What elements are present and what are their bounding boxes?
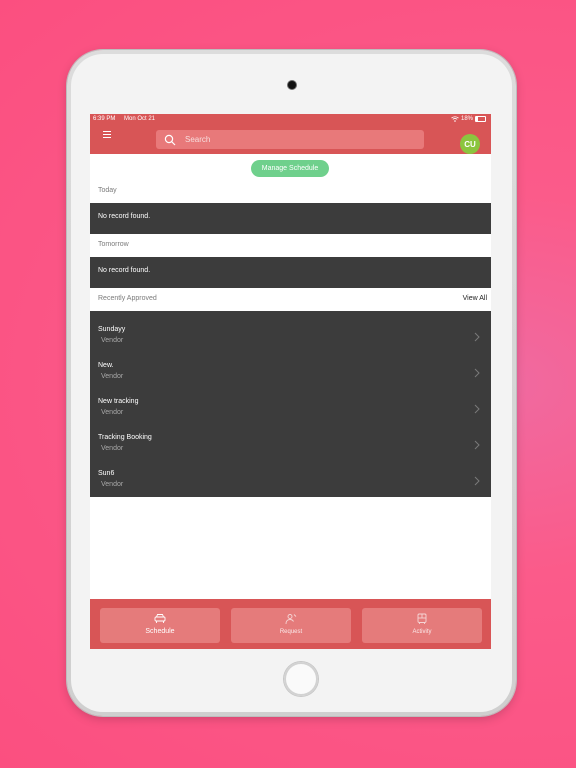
empty-text: No record found. [98, 267, 151, 274]
hamburger-menu-icon[interactable] [103, 131, 112, 138]
item-subtitle: Vendor [101, 337, 124, 344]
status-bar: 6:39 PM Mon Oct 21 18% [90, 114, 491, 124]
list-item[interactable]: Tracking Booking Vendor [90, 431, 491, 467]
bus-icon [417, 613, 427, 624]
status-indicators: 18% [451, 114, 486, 124]
tomorrow-empty-block: No record found. [90, 257, 491, 288]
avatar[interactable]: CU [460, 134, 480, 154]
section-label-tomorrow: Tomorrow [98, 241, 129, 248]
status-time: 6:39 PM [93, 116, 116, 122]
chevron-right-icon [474, 440, 480, 450]
search-icon [164, 134, 176, 145]
tab-label: Schedule [145, 628, 175, 635]
section-label-recently-approved: Recently Approved [98, 295, 157, 302]
front-camera [288, 81, 296, 89]
battery-icon [475, 116, 486, 122]
wifi-icon [451, 116, 459, 122]
chevron-right-icon [474, 476, 480, 486]
person-request-icon [285, 614, 297, 625]
chevron-right-icon [474, 332, 480, 342]
item-title: New tracking [98, 398, 139, 405]
item-subtitle: Vendor [101, 373, 124, 380]
item-title: New. [98, 362, 114, 369]
empty-text: No record found. [98, 213, 151, 220]
top-navigation: CU [90, 124, 491, 154]
item-title: Sun6 [98, 470, 115, 477]
item-subtitle: Vendor [101, 409, 124, 416]
tab-label: Request [279, 629, 303, 635]
tab-activity[interactable]: Activity [362, 608, 482, 643]
list-item[interactable]: New. Vendor [90, 359, 491, 395]
car-icon [154, 614, 166, 623]
manage-schedule-button[interactable]: Manage Schedule [251, 160, 329, 177]
bottom-tab-bar: Schedule Request Activity [90, 599, 491, 649]
tab-label: Activity [412, 629, 432, 635]
tab-schedule[interactable]: Schedule [100, 608, 220, 643]
tab-request[interactable]: Request [231, 608, 351, 643]
list-item[interactable]: Sundayy Vendor [90, 323, 491, 359]
status-date: Mon Oct 21 [124, 116, 156, 122]
home-button[interactable] [284, 662, 318, 696]
item-title: Tracking Booking [98, 434, 152, 441]
chevron-right-icon [474, 368, 480, 378]
view-all-link[interactable]: View All [463, 295, 487, 302]
item-subtitle: Vendor [101, 481, 124, 488]
list-item[interactable]: Sun6 Vendor [90, 467, 491, 503]
today-empty-block: No record found. [90, 203, 491, 234]
chevron-right-icon [474, 404, 480, 414]
section-label-today: Today [98, 187, 117, 194]
search-bar[interactable] [156, 130, 424, 149]
battery-percentage: 18% [460, 116, 473, 122]
app-screen: 6:39 PM Mon Oct 21 18% CU Manage Schedul… [90, 114, 491, 649]
item-subtitle: Vendor [101, 445, 124, 452]
item-title: Sundayy [98, 326, 126, 333]
search-input[interactable] [183, 134, 407, 145]
recently-approved-list: Sundayy Vendor New. Vendor New tracking … [90, 311, 491, 497]
list-item[interactable]: New tracking Vendor [90, 395, 491, 431]
